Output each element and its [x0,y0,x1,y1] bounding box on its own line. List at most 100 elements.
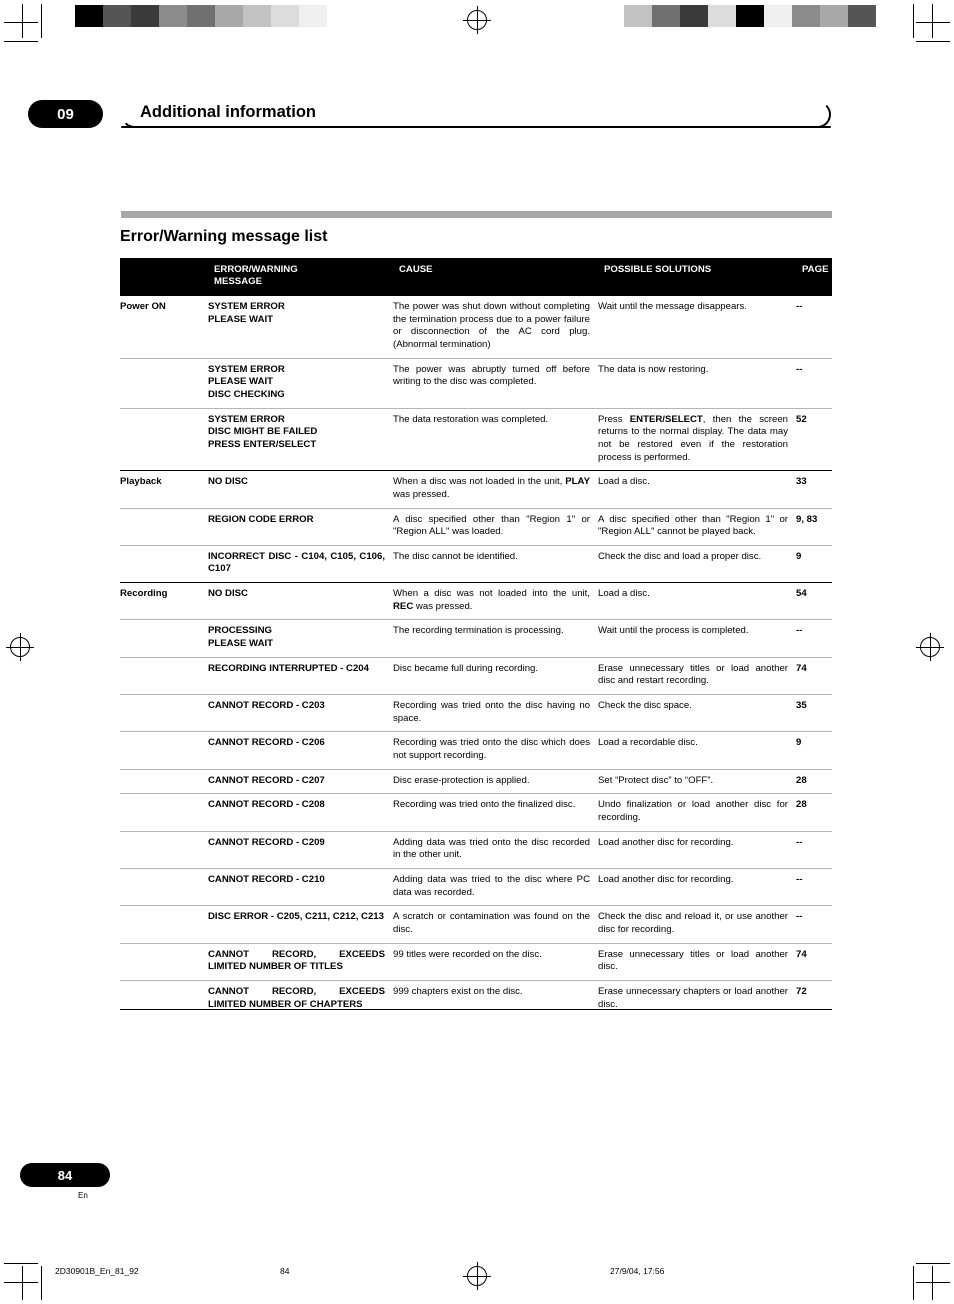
column-header-solutions: POSSIBLE SOLUTIONS [598,258,796,296]
row-message: CANNOT RECORD, EXCEEDS LIMITED NUMBER OF… [208,979,393,1018]
table-row: RECORDING INTERRUPTED - C204 Disc became … [120,656,832,695]
row-page-reference: 28 [796,768,832,794]
row-group-label [120,407,208,471]
row-cause: Recording was tried onto the disc having… [393,694,598,732]
header-rule [121,126,831,128]
row-message: CANNOT RECORD - C203 [208,694,393,732]
row-page-reference: 9 [796,731,832,770]
crop-mark-left-top-horizontal-2 [4,41,38,42]
table-row: CANNOT RECORD, EXCEEDS LIMITED NUMBER OF… [120,942,832,981]
table-row: CANNOT RECORD - C210 Adding data was trie… [120,867,832,906]
row-group-label [120,357,208,409]
row-solution: Press ENTER/SELECT, then the screen retu… [598,407,796,471]
registration-mark-top [463,6,491,34]
row-page-reference: 28 [796,793,832,832]
row-message: SYSTEM ERROR DISC MIGHT BE FAILED PRESS EN… [208,407,393,471]
crop-mark-top-right-vertical-2 [932,4,933,38]
row-group-label [120,942,208,981]
column-header-message: ERROR/WARNING MESSAGE [208,258,393,296]
row-cause: A scratch or contamination was found on … [393,905,598,944]
error-warning-table-wrapper: ERROR/WARNING MESSAGE CAUSE POSSIBLE SOL… [120,258,832,1018]
table-header-row: ERROR/WARNING MESSAGE CAUSE POSSIBLE SOL… [120,258,832,296]
row-group-label [120,619,208,658]
crop-mark-left-bottom-horizontal [4,1263,38,1264]
row-solution: Erase unnecessary chapters or load anoth… [598,979,796,1018]
page-number-badge: 84 [20,1163,110,1187]
row-solution: Check the disc and load a proper disc. [598,544,796,583]
row-message: NO DISC [208,470,393,508]
footer-page-label: 84 [280,1266,290,1276]
row-page-reference: -- [796,830,832,869]
table-row: INCORRECT DISC - C104, C105, C106, C107 T… [120,544,832,583]
crop-mark-bottom-right-vertical-2 [932,1266,933,1300]
crop-mark-left-top-horizontal [4,22,38,23]
row-page-reference: -- [796,905,832,944]
row-group-label [120,768,208,794]
column-header-message-line2: MESSAGE [214,275,262,287]
row-page-reference: 74 [796,656,832,695]
row-cause: 999 chapters exist on the disc. [393,979,598,1018]
row-solution: Load a disc. [598,470,796,508]
table-row: PROCESSING PLEASE WAIT The recording termi… [120,619,832,658]
table-bottom-rule [120,1009,832,1010]
row-group-label [120,867,208,906]
footer-timestamp: 27/9/04, 17:56 [610,1266,665,1276]
column-header-message-line1: ERROR/WARNING [214,264,298,275]
row-cause: When a disc was not loaded in the unit, … [393,470,598,508]
row-cause: Disc became full during recording. [393,656,598,695]
crop-mark-left-bottom-horizontal-2 [4,1282,38,1283]
row-cause: The recording termination is processing. [393,619,598,658]
table-row: SYSTEM ERROR DISC MIGHT BE FAILED PRESS EN… [120,407,832,471]
row-cause: Adding data was tried onto the disc reco… [393,830,598,869]
row-solution: Check the disc space. [598,694,796,732]
table-body: Power ON SYSTEM ERROR PLEASE WAIT The power… [120,296,832,1018]
page-number: 84 [57,1167,73,1183]
chapter-number-badge: 09 [28,100,103,128]
row-message: CANNOT RECORD - C207 [208,768,393,794]
table-row: Recording NO DISC When a disc was not load… [120,582,832,620]
registration-mark-left [6,633,34,661]
row-page-reference: 9 [796,544,832,583]
row-cause: Disc erase-protection is applied. [393,768,598,794]
crop-mark-top-right-vertical [913,4,914,38]
row-group-label [120,656,208,695]
table-row: CANNOT RECORD - C206 Recording was tried … [120,731,832,770]
row-page-reference: -- [796,867,832,906]
row-message: RECORDING INTERRUPTED - C204 [208,656,393,695]
row-page-reference: 74 [796,942,832,981]
color-calibration-bar-left [75,5,331,27]
table-row: SYSTEM ERROR PLEASE WAIT DISC CHECKING The … [120,357,832,409]
row-group-label [120,830,208,869]
row-group-label: Playback [120,470,208,508]
row-message: DISC ERROR - C205, C211, C212, C213 [208,905,393,944]
row-cause: A disc specified other than "Region 1" o… [393,507,598,546]
row-cause: The data restoration was completed. [393,407,598,471]
row-solution: Load another disc for recording. [598,830,796,869]
table-row: Power ON SYSTEM ERROR PLEASE WAIT The power… [120,296,832,358]
crop-mark-right-bottom-horizontal [916,1263,950,1264]
footer-crop-left-vertical [22,1266,23,1300]
row-cause: The disc cannot be identified. [393,544,598,583]
row-group-label [120,731,208,770]
row-message: SYSTEM ERROR PLEASE WAIT DISC CHECKING [208,357,393,409]
row-page-reference: 72 [796,979,832,1018]
table-row: CANNOT RECORD - C209 Adding data was trie… [120,830,832,869]
crop-mark-top-left-vertical [22,4,23,38]
registration-mark-bottom [463,1262,491,1290]
row-group-label [120,905,208,944]
footer-file-code: 2D30901B_En_81_92 [55,1266,139,1276]
column-header-cause: CAUSE [393,258,598,296]
crop-mark-bottom-right-vertical [913,1266,914,1300]
row-solution: Load a recordable disc. [598,731,796,770]
crop-mark-right-top-horizontal [916,22,950,23]
row-cause: Adding data was tried to the disc where … [393,867,598,906]
row-group-label [120,793,208,832]
row-solution: The data is now restoring. [598,357,796,409]
row-solution: Load a disc. [598,582,796,620]
row-group-label [120,507,208,546]
row-group-label [120,694,208,732]
row-cause: 99 titles were recorded on the disc. [393,942,598,981]
page-language-label: En [78,1191,88,1200]
row-solution: Undo finalization or load another disc f… [598,793,796,832]
column-header-page: PAGE [796,258,832,296]
